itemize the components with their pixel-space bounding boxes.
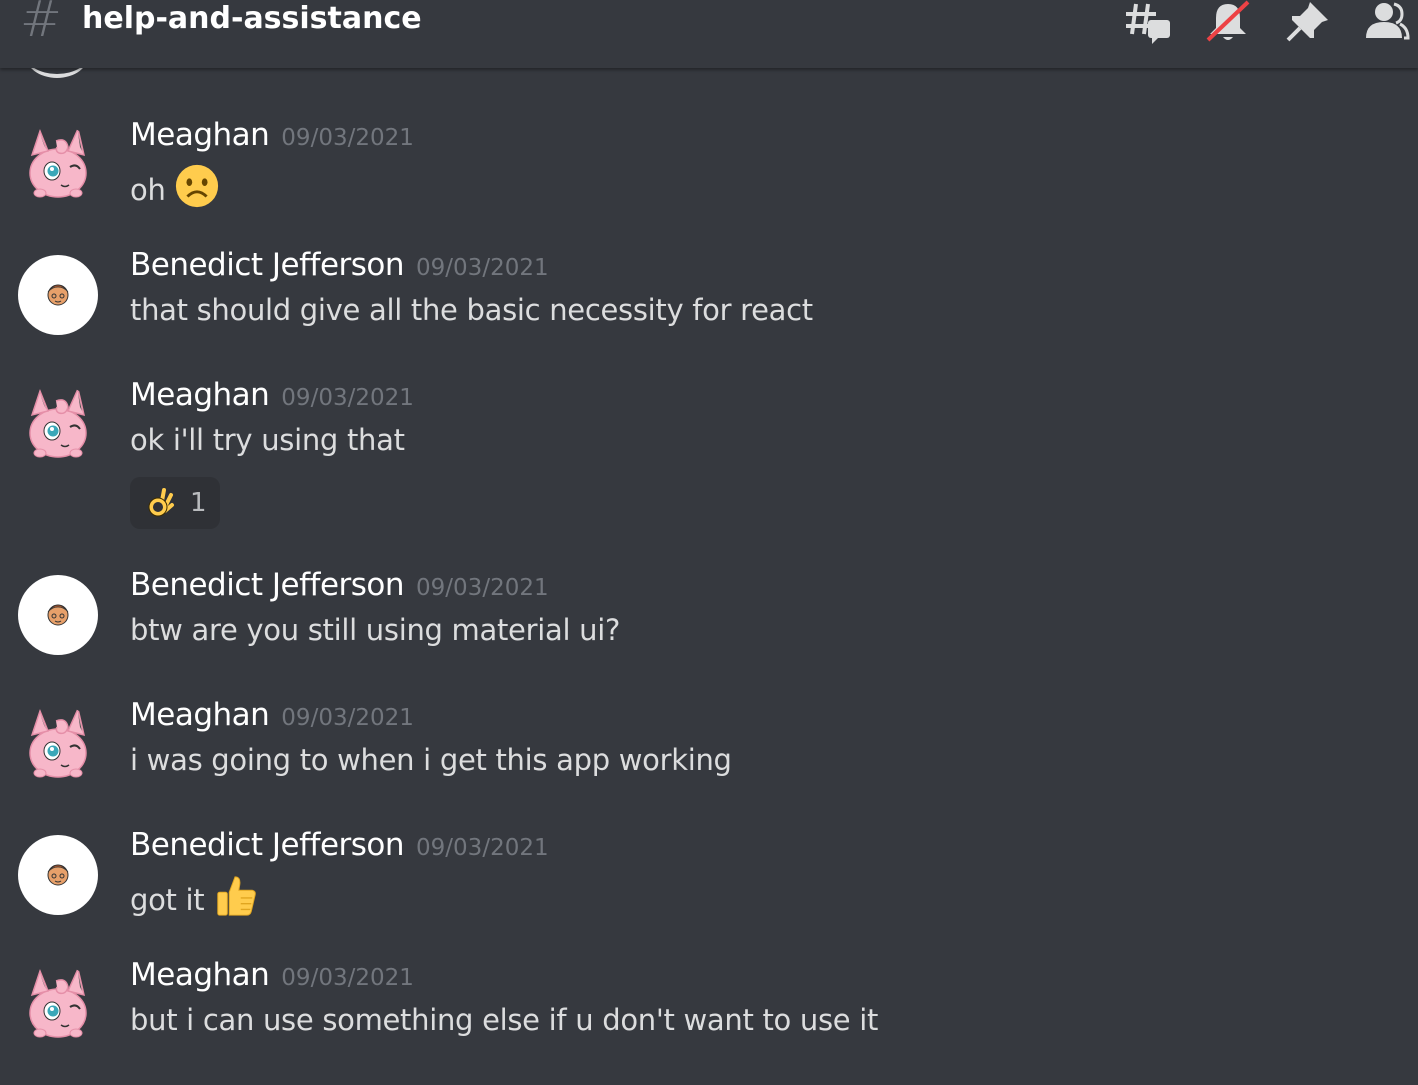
message-timestamp: 09/03/2021 [281, 705, 414, 731]
message-text: oh [130, 172, 166, 207]
message-item[interactable]: Benedict Jefferson 09/03/2021 btw are you… [0, 567, 1418, 695]
message-text: ok i'll try using that [130, 423, 405, 457]
message-item[interactable]: Meaghan 09/03/2021 ok i'll try using that… [0, 377, 1418, 529]
message-text: got it [130, 882, 205, 917]
reaction-count: 1 [190, 488, 207, 518]
channel-name: help-and-assistance [82, 1, 422, 36]
message-timestamp: 09/03/2021 [281, 965, 414, 991]
message-item[interactable]: Benedict Jefferson 09/03/2021 got it [0, 827, 1418, 955]
jigglypuff-avatar[interactable] [18, 125, 98, 205]
message-author[interactable]: Benedict Jefferson 09/03/2021 [130, 567, 549, 603]
threads-icon[interactable] [1124, 0, 1174, 44]
message-author[interactable]: Meaghan 09/03/2021 [130, 117, 414, 153]
message-content: btw are you still using material ui? [130, 613, 620, 647]
cartoon-face-avatar[interactable] [18, 835, 98, 915]
jigglypuff-avatar[interactable] [18, 385, 98, 465]
cartoon-face-avatar[interactable] [18, 255, 98, 335]
pinned-messages-icon[interactable] [1284, 0, 1334, 44]
ok-hand-emoji [144, 487, 176, 519]
jigglypuff-avatar[interactable] [18, 965, 98, 1045]
message-author[interactable]: Meaghan 09/03/2021 [130, 957, 414, 993]
message-timestamp: 09/03/2021 [416, 575, 549, 601]
mute-notifications-icon[interactable] [1204, 0, 1254, 44]
channel-header: # help-and-assistance [0, 0, 1418, 68]
message-content: ok i'll try using that [130, 423, 405, 457]
message-timestamp: 09/03/2021 [281, 125, 414, 151]
message-text: but i can use something else if u don't … [130, 1003, 879, 1037]
cartoon-face-avatar[interactable] [18, 575, 98, 655]
message-list[interactable]: Meaghan 09/03/2021 oh Benedict Jefferson… [0, 0, 1418, 1052]
message-item[interactable]: Meaghan 09/03/2021 but i can use somethin… [0, 957, 1418, 1085]
reaction-button[interactable]: 1 [130, 477, 220, 529]
message-text: that should give all the basic necessity… [130, 293, 813, 327]
message-item[interactable]: Benedict Jefferson 09/03/2021 that should… [0, 247, 1418, 375]
message-content: but i can use something else if u don't … [130, 1003, 878, 1037]
channel-hash-icon: # [20, 0, 62, 48]
message-item[interactable]: Meaghan 09/03/2021 oh [0, 117, 1418, 245]
message-timestamp: 09/03/2021 [416, 255, 549, 281]
message-author[interactable]: Meaghan 09/03/2021 [130, 697, 414, 733]
message-author[interactable]: Benedict Jefferson 09/03/2021 [130, 827, 549, 863]
jigglypuff-avatar[interactable] [18, 705, 98, 785]
frowning-face-emoji[interactable] [174, 163, 220, 216]
message-text: btw are you still using material ui? [130, 613, 621, 647]
message-text: i was going to when i get this app worki… [130, 743, 732, 777]
message-content: i was going to when i get this app worki… [130, 743, 732, 777]
message-timestamp: 09/03/2021 [281, 385, 414, 411]
message-timestamp: 09/03/2021 [416, 835, 549, 861]
message-content: got it [130, 873, 258, 926]
message-content: that should give all the basic necessity… [130, 293, 813, 327]
member-list-icon[interactable] [1362, 0, 1412, 44]
message-author[interactable]: Meaghan 09/03/2021 [130, 377, 414, 413]
message-author[interactable]: Benedict Jefferson 09/03/2021 [130, 247, 549, 283]
message-content: oh [130, 163, 220, 216]
thumbs-up-emoji[interactable] [212, 873, 258, 926]
message-item[interactable]: Meaghan 09/03/2021 i was going to when i … [0, 697, 1418, 825]
